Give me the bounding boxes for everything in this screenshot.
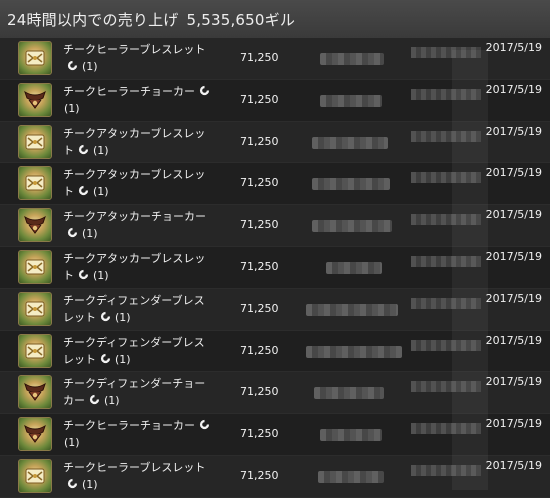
sale-price: 71,250 bbox=[240, 92, 279, 106]
bracelet-icon bbox=[18, 166, 52, 201]
item-name: チークアタッカーブレスレット (1) bbox=[63, 125, 213, 159]
buyer-name-mosaic bbox=[320, 94, 382, 107]
item-name-text: チークディフェンダーブレスレット bbox=[63, 335, 205, 366]
item-name-text: チークヒーラーチョーカー bbox=[63, 419, 195, 433]
item-quantity: (1) bbox=[82, 477, 98, 491]
item-name: チークヒーラーブレスレット (1) bbox=[63, 41, 213, 75]
bracelet-icon bbox=[18, 458, 52, 493]
sale-date: 2017/5/19 bbox=[485, 458, 542, 472]
choker-icon bbox=[18, 375, 52, 410]
sale-date: 2017/5/19 bbox=[485, 166, 542, 180]
hq-icon bbox=[195, 85, 213, 98]
hq-icon bbox=[63, 227, 81, 240]
item-name-text: チークヒーラーチョーカー bbox=[63, 84, 195, 98]
item-name: チークディフェンダーブレスレット (1) bbox=[63, 292, 213, 326]
sale-price: 71,250 bbox=[240, 134, 279, 148]
hq-icon bbox=[63, 60, 81, 73]
item-quantity: (1) bbox=[93, 185, 109, 199]
item-name: チークヒーラーチョーカー (1) bbox=[63, 417, 213, 451]
item-quantity: (1) bbox=[64, 436, 80, 450]
buyer-name-mosaic bbox=[318, 470, 384, 483]
bracelet-icon bbox=[18, 333, 52, 368]
item-name-text: チークディフェンダーブレスレット bbox=[63, 293, 205, 324]
item-name: チークアタッカーチョーカー (1) bbox=[63, 208, 213, 242]
hq-icon bbox=[74, 144, 92, 157]
buyer-name-mosaic bbox=[312, 136, 388, 149]
hq-icon bbox=[96, 311, 114, 324]
buyer-name-mosaic bbox=[312, 178, 390, 191]
hq-icon bbox=[85, 394, 103, 407]
blurred-column-overlay bbox=[452, 50, 488, 490]
buyer-name-mosaic bbox=[306, 345, 402, 358]
item-quantity: (1) bbox=[115, 310, 131, 324]
item-quantity: (1) bbox=[115, 352, 131, 366]
hq-icon bbox=[195, 419, 213, 432]
item-quantity: (1) bbox=[82, 227, 98, 241]
hq-icon bbox=[74, 269, 92, 282]
sale-date: 2017/5/19 bbox=[485, 291, 542, 305]
item-name: チークディフェンダーチョーカー (1) bbox=[63, 375, 213, 409]
buyer-name-mosaic bbox=[312, 220, 392, 233]
sale-date: 2017/5/19 bbox=[485, 41, 542, 54]
sale-date: 2017/5/19 bbox=[485, 333, 542, 347]
item-name-text: チークヒーラーブレスレット bbox=[63, 43, 206, 56]
bracelet-icon bbox=[18, 41, 52, 75]
sale-price: 71,250 bbox=[240, 301, 279, 315]
item-quantity: (1) bbox=[93, 268, 109, 282]
hq-icon bbox=[63, 478, 81, 491]
sales-total-amount: 5,535,650ギル bbox=[186, 10, 296, 29]
bracelet-icon bbox=[18, 291, 52, 326]
item-quantity: (1) bbox=[64, 101, 80, 115]
item-name-text: チークアタッカーチョーカー bbox=[63, 210, 206, 224]
item-name: チークヒーラーブレスレット (1) bbox=[63, 459, 213, 493]
sale-price: 71,250 bbox=[240, 218, 279, 232]
sale-date: 2017/5/19 bbox=[485, 82, 542, 96]
item-name: チークディフェンダーブレスレット (1) bbox=[63, 334, 213, 368]
choker-icon bbox=[18, 208, 52, 243]
sale-date: 2017/5/19 bbox=[485, 417, 542, 431]
item-quantity: (1) bbox=[82, 60, 98, 73]
choker-icon bbox=[18, 82, 52, 117]
item-name: チークアタッカーブレスレット (1) bbox=[63, 250, 213, 284]
sale-date: 2017/5/19 bbox=[485, 249, 542, 263]
sale-date: 2017/5/19 bbox=[485, 124, 542, 138]
hq-icon bbox=[74, 185, 92, 198]
hq-icon bbox=[96, 353, 114, 366]
buyer-name-mosaic bbox=[326, 261, 382, 274]
sales-header-title: 24時間以内での売り上げ bbox=[7, 10, 179, 29]
buyer-name-mosaic bbox=[320, 429, 382, 442]
sale-date: 2017/5/19 bbox=[485, 208, 542, 222]
sales-header: 24時間以内での売り上げ 5,535,650ギル bbox=[0, 0, 550, 38]
sale-date: 2017/5/19 bbox=[485, 375, 542, 389]
item-quantity: (1) bbox=[104, 394, 120, 408]
sale-price: 71,250 bbox=[240, 259, 279, 273]
sale-price: 71,250 bbox=[240, 427, 279, 441]
sale-price: 71,250 bbox=[240, 343, 279, 357]
buyer-name-mosaic bbox=[314, 387, 384, 400]
sale-price: 71,250 bbox=[240, 385, 279, 399]
sale-price: 71,250 bbox=[240, 176, 279, 190]
item-name-text: チークヒーラーブレスレット bbox=[63, 460, 206, 474]
item-quantity: (1) bbox=[93, 143, 109, 157]
item-name: チークヒーラーチョーカー (1) bbox=[63, 83, 213, 117]
item-name: チークアタッカーブレスレット (1) bbox=[63, 166, 213, 200]
buyer-name-mosaic bbox=[320, 53, 384, 65]
choker-icon bbox=[18, 417, 52, 452]
sale-price: 71,250 bbox=[240, 51, 279, 64]
sale-price: 71,250 bbox=[240, 468, 279, 482]
buyer-name-mosaic bbox=[306, 303, 398, 316]
bracelet-icon bbox=[18, 249, 52, 284]
bracelet-icon bbox=[18, 124, 52, 159]
